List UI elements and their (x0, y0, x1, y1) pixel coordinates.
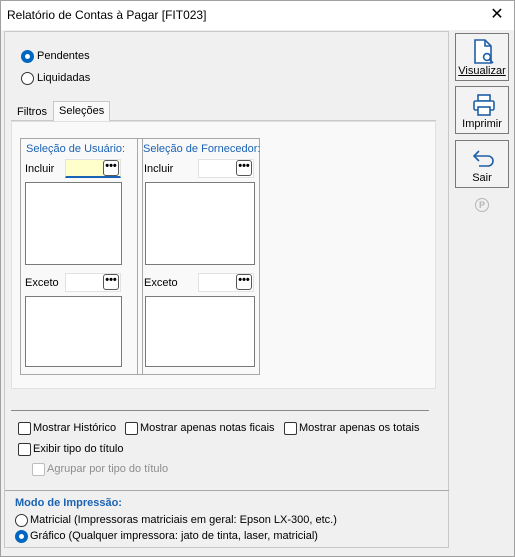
radio-pendentes-label: Pendentes (37, 50, 90, 62)
fornecedor-incluir-lookup-button[interactable]: ••• (236, 160, 252, 176)
window-title: Relatório de Contas à Pagar [FIT023] (7, 8, 207, 22)
radio-liquidadas[interactable] (21, 72, 34, 85)
imprimir-button[interactable]: Imprimir (455, 86, 509, 134)
group-fornecedor-title: Seleção de Fornecedor: (143, 143, 261, 155)
print-mode-title: Modo de Impressão: (15, 497, 122, 509)
check-agrupar-tipo-label: Agrupar por tipo do título (47, 463, 169, 475)
tab-content-selecoes: Seleção de Usuário: Incluir ••• Exceto •… (11, 121, 436, 389)
radio-matricial[interactable] (15, 514, 28, 527)
check-mostrar-historico[interactable] (18, 422, 31, 435)
print-mode-divider (5, 490, 449, 491)
report-window: Relatório de Contas à Pagar [FIT023] ✕ P… (0, 0, 515, 557)
check-mostrar-totais-label: Mostrar apenas os totais (299, 422, 420, 434)
close-icon[interactable]: ✕ (486, 4, 508, 26)
printer-icon (473, 94, 495, 116)
check-exibir-tipo-label: Exibir tipo do título (33, 443, 124, 455)
preview-document-icon (474, 39, 494, 64)
check-mostrar-historico-label: Mostrar Histórico (33, 422, 117, 434)
check-mostrar-notas[interactable] (125, 422, 138, 435)
p-circle-icon: P (475, 198, 489, 212)
radio-liquidadas-label: Liquidadas (37, 72, 91, 84)
fornecedor-exceto-list[interactable] (145, 296, 255, 367)
usuario-exceto-lookup-button[interactable]: ••• (103, 274, 119, 290)
options-divider (11, 410, 429, 411)
usuario-exceto-list[interactable] (25, 296, 122, 367)
return-arrow-icon (472, 150, 494, 167)
usuario-exceto-label: Exceto (25, 277, 59, 289)
sair-label: Sair (472, 172, 492, 184)
group-selecao-fornecedor: Seleção de Fornecedor: Incluir ••• Excet… (137, 138, 260, 375)
title-bar: Relatório de Contas à Pagar [FIT023] ✕ (1, 1, 514, 30)
sair-button[interactable]: Sair (455, 140, 509, 188)
tab-filtros[interactable]: Filtros (12, 103, 52, 123)
check-exibir-tipo[interactable] (18, 443, 31, 456)
visualizar-label: Visualizar (458, 65, 506, 77)
fornecedor-exceto-label: Exceto (144, 277, 178, 289)
tab-selecoes[interactable]: Seleções (53, 101, 111, 121)
fornecedor-exceto-lookup-button[interactable]: ••• (236, 274, 252, 290)
radio-grafico[interactable] (15, 530, 28, 543)
radio-grafico-label: Gráfico (Qualquer impressora: jato de ti… (30, 530, 318, 542)
fornecedor-incluir-list[interactable] (145, 182, 255, 265)
check-mostrar-totais[interactable] (284, 422, 297, 435)
check-mostrar-notas-label: Mostrar apenas notas ficais (140, 422, 275, 434)
visualizar-button[interactable]: Visualizar (455, 33, 509, 81)
usuario-incluir-list[interactable] (25, 182, 122, 265)
fornecedor-incluir-label: Incluir (144, 163, 174, 175)
radio-pendentes[interactable] (21, 50, 34, 63)
usuario-incluir-lookup-button[interactable]: ••• (103, 160, 119, 176)
imprimir-label: Imprimir (462, 118, 502, 130)
check-agrupar-tipo[interactable] (32, 463, 45, 476)
radio-matricial-label: Matricial (Impressoras matriciais em ger… (30, 514, 337, 526)
group-selecao-usuario: Seleção de Usuário: Incluir ••• Exceto •… (20, 138, 143, 375)
group-usuario-title: Seleção de Usuário: (26, 143, 126, 155)
usuario-incluir-label: Incluir (25, 163, 55, 175)
